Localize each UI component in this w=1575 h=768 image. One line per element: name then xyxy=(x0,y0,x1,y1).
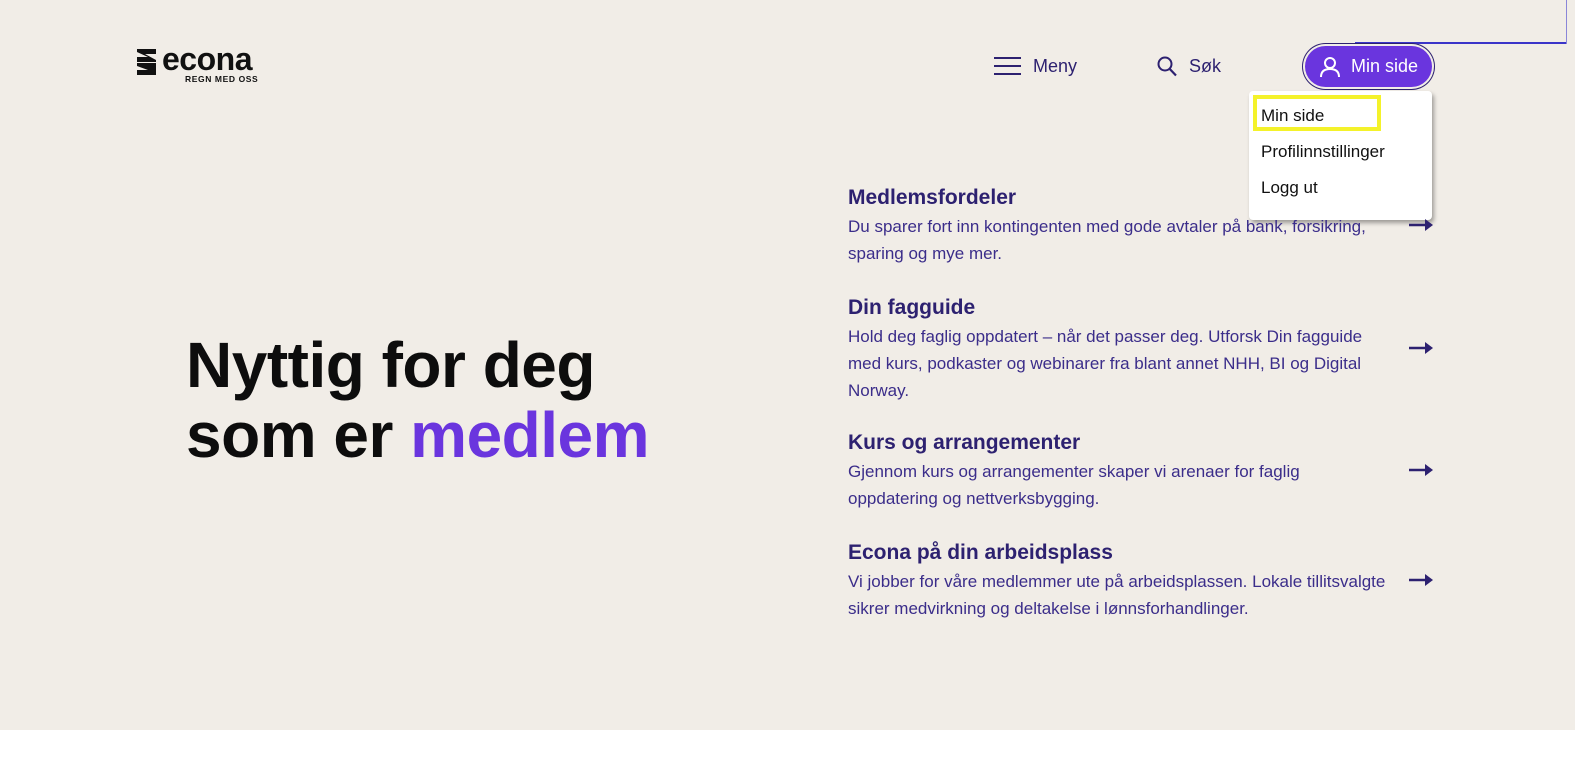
econa-logo-mark-icon xyxy=(137,49,156,75)
arrow-right-icon[interactable] xyxy=(1409,341,1433,355)
menu-label: Meny xyxy=(1033,55,1078,76)
arrow-right-icon[interactable] xyxy=(1409,463,1433,477)
page-title: Nyttig for deg som er medlem xyxy=(186,329,650,471)
feature-description: Gjennom kurs og arrangementer skaper vi … xyxy=(848,462,1300,508)
focus-outline-line xyxy=(1355,42,1567,44)
feature-title: Din fagguide xyxy=(848,296,976,319)
hamburger-icon xyxy=(994,57,1021,75)
focus-outline-edge xyxy=(1566,0,1567,44)
feature-description: Hold deg faglig oppdatert – når det pass… xyxy=(848,327,1363,400)
min-side-button[interactable]: Min side xyxy=(1305,46,1432,87)
search-button[interactable]: Søk xyxy=(1157,52,1221,80)
user-icon xyxy=(1319,56,1340,77)
page-title-accent: medlem xyxy=(410,399,650,471)
arrow-right-icon[interactable] xyxy=(1409,573,1433,587)
focus-highlight-box xyxy=(1253,95,1381,131)
feature-title: Kurs og arrangementer xyxy=(848,431,1081,454)
page-title-line-2: som er medlem xyxy=(186,399,650,471)
econa-logo[interactable]: econa REGN MED OSS xyxy=(136,41,266,87)
feature-item-econa-pa-din-arbeidsplass[interactable]: Econa på din arbeidsplass Vi jobber for … xyxy=(848,540,1433,622)
feature-title: Econa på din arbeidsplass xyxy=(848,541,1113,564)
search-icon xyxy=(1157,56,1177,76)
menu-button[interactable]: Meny xyxy=(994,52,1077,80)
page-title-line-1: Nyttig for deg xyxy=(186,329,595,401)
arrow-right-icon[interactable] xyxy=(1409,218,1433,232)
dropdown-item-profilinnstillinger[interactable]: Profilinnstillinger xyxy=(1261,142,1385,162)
search-label: Søk xyxy=(1189,55,1222,76)
page-title-prefix: som er xyxy=(186,399,393,471)
min-side-button-label: Min side xyxy=(1350,56,1419,76)
logo-tagline: REGN MED OSS xyxy=(185,74,259,84)
feature-item-medlemsfordeler[interactable]: Medlemsfordeler Du sparer fort inn konti… xyxy=(848,185,1433,267)
logo-wordmark: econa xyxy=(162,41,252,77)
feature-description: Du sparer fort inn kontingenten med gode… xyxy=(848,217,1366,263)
feature-item-din-fagguide[interactable]: Din fagguide Hold deg faglig oppdatert –… xyxy=(848,295,1433,404)
feature-description: Vi jobber for våre medlemmer ute på arbe… xyxy=(848,572,1386,618)
feature-title: Medlemsfordeler xyxy=(848,186,1017,209)
feature-item-kurs-og-arrangementer[interactable]: Kurs og arrangementer Gjennom kurs og ar… xyxy=(848,430,1433,512)
